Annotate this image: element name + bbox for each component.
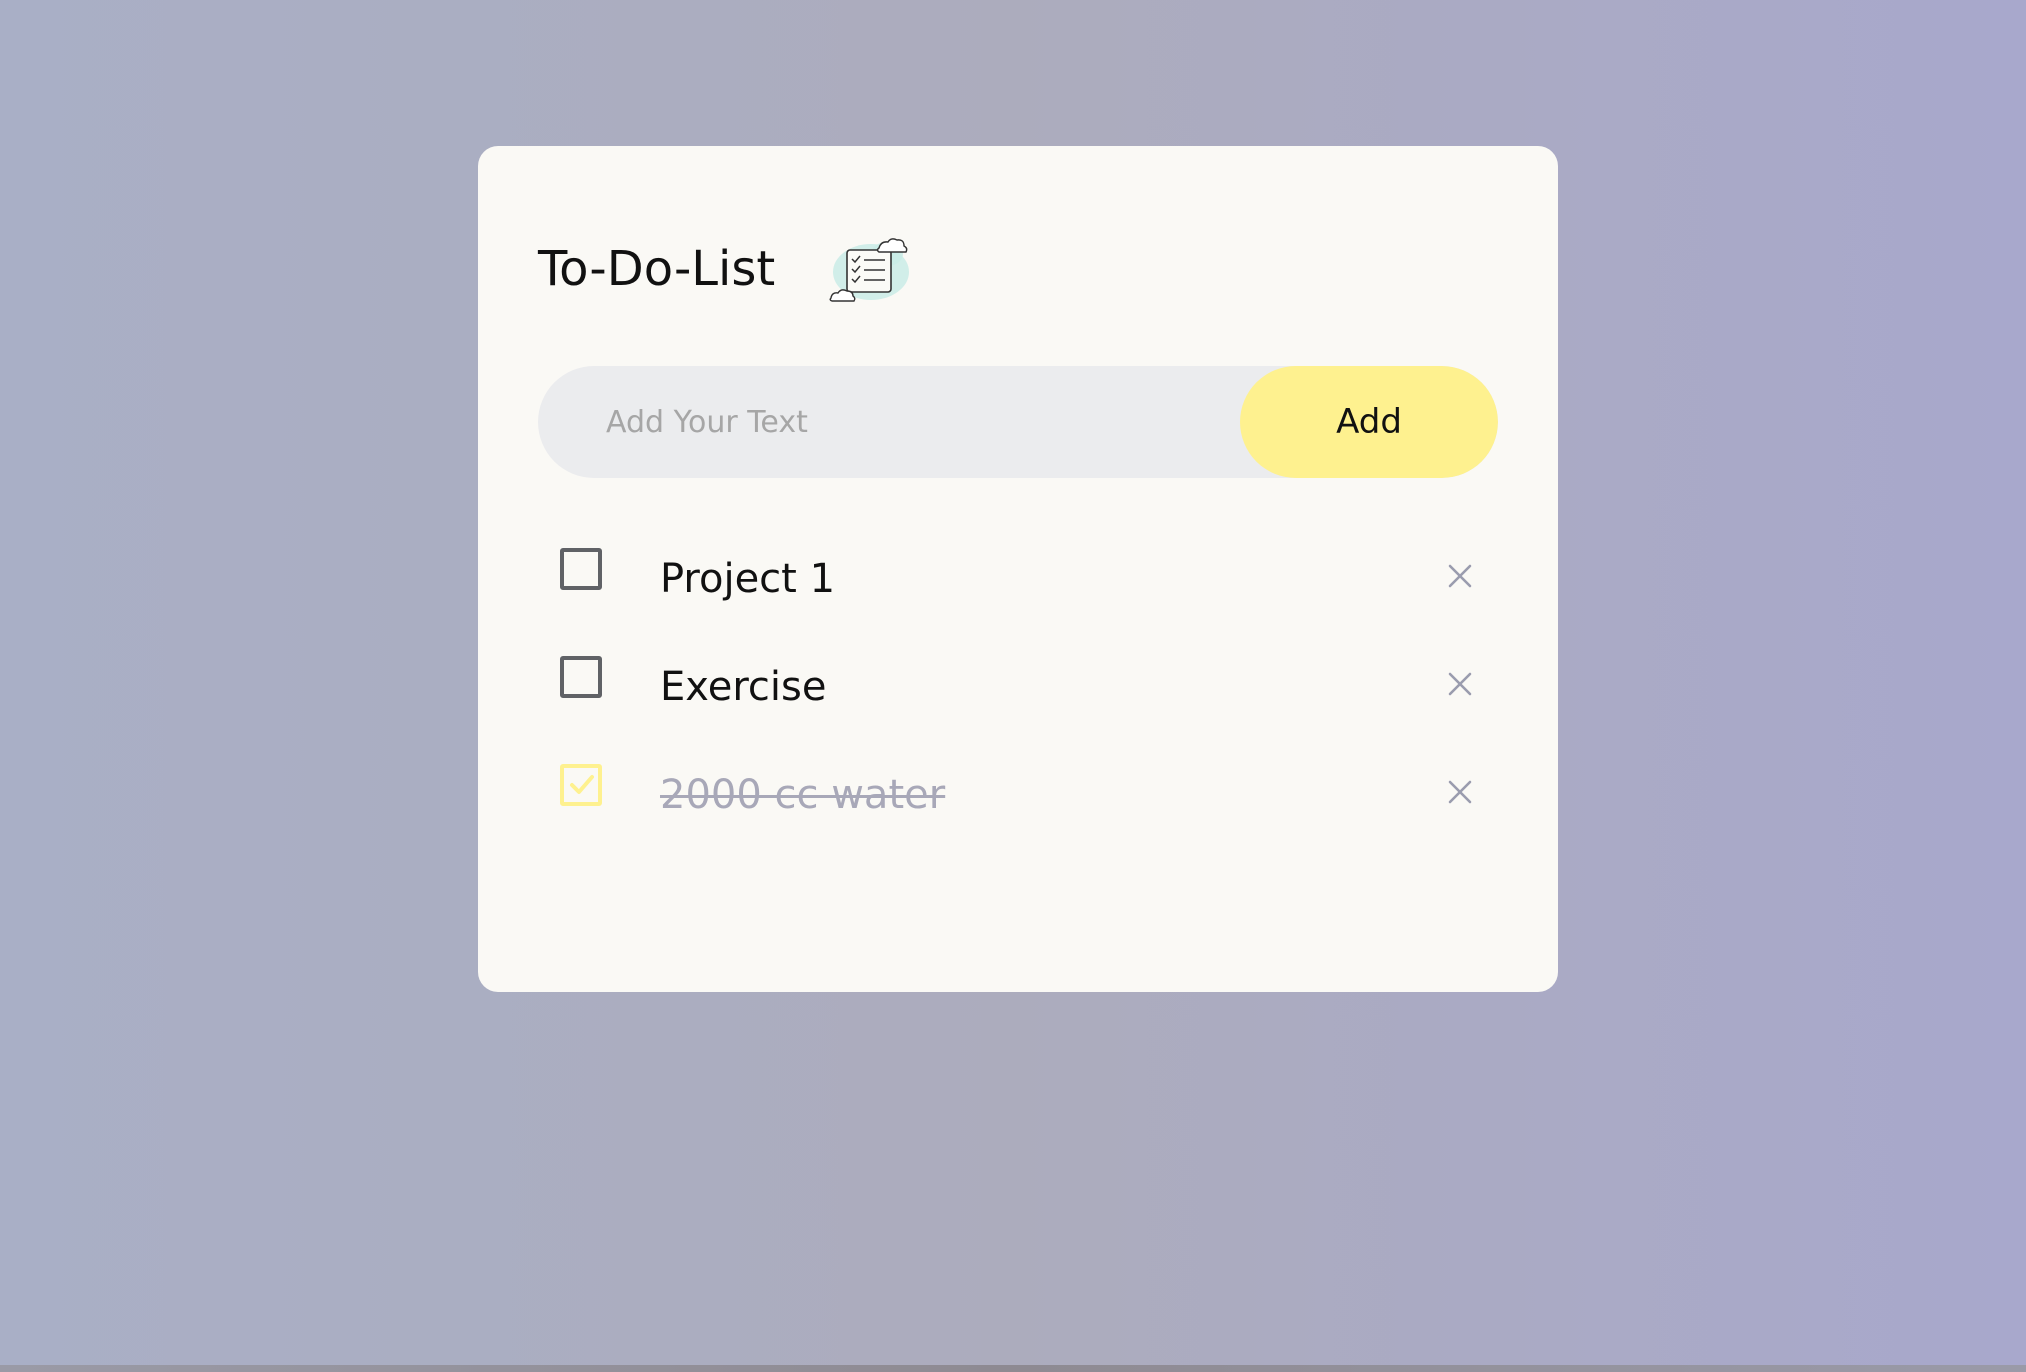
add-button[interactable]: Add bbox=[1240, 366, 1498, 478]
close-icon[interactable] bbox=[1446, 670, 1474, 698]
task-input[interactable] bbox=[538, 366, 1240, 478]
list-item[interactable]: Exercise bbox=[538, 634, 1498, 742]
todo-card: To-Do-List Add Project 1 bbox=[478, 146, 1558, 992]
task-text: 2000 cc water bbox=[660, 772, 946, 818]
close-icon[interactable] bbox=[1446, 562, 1474, 590]
checklist-clouds-icon bbox=[829, 238, 910, 302]
page-title: To-Do-List bbox=[538, 241, 776, 297]
task-text: Exercise bbox=[660, 664, 827, 710]
checkmark-icon[interactable] bbox=[560, 764, 602, 806]
empty-checkbox-icon[interactable] bbox=[560, 548, 602, 590]
task-text: Project 1 bbox=[660, 556, 836, 602]
list-item[interactable]: Project 1 bbox=[538, 526, 1498, 634]
close-icon[interactable] bbox=[1446, 778, 1474, 806]
add-task-row: Add bbox=[538, 366, 1498, 478]
task-list: Project 1 Exercise 2000 cc water bbox=[538, 526, 1498, 850]
empty-checkbox-icon[interactable] bbox=[560, 656, 602, 698]
list-item[interactable]: 2000 cc water bbox=[538, 742, 1498, 850]
header: To-Do-List bbox=[538, 232, 913, 306]
window-bottom-edge bbox=[0, 1365, 2026, 1372]
